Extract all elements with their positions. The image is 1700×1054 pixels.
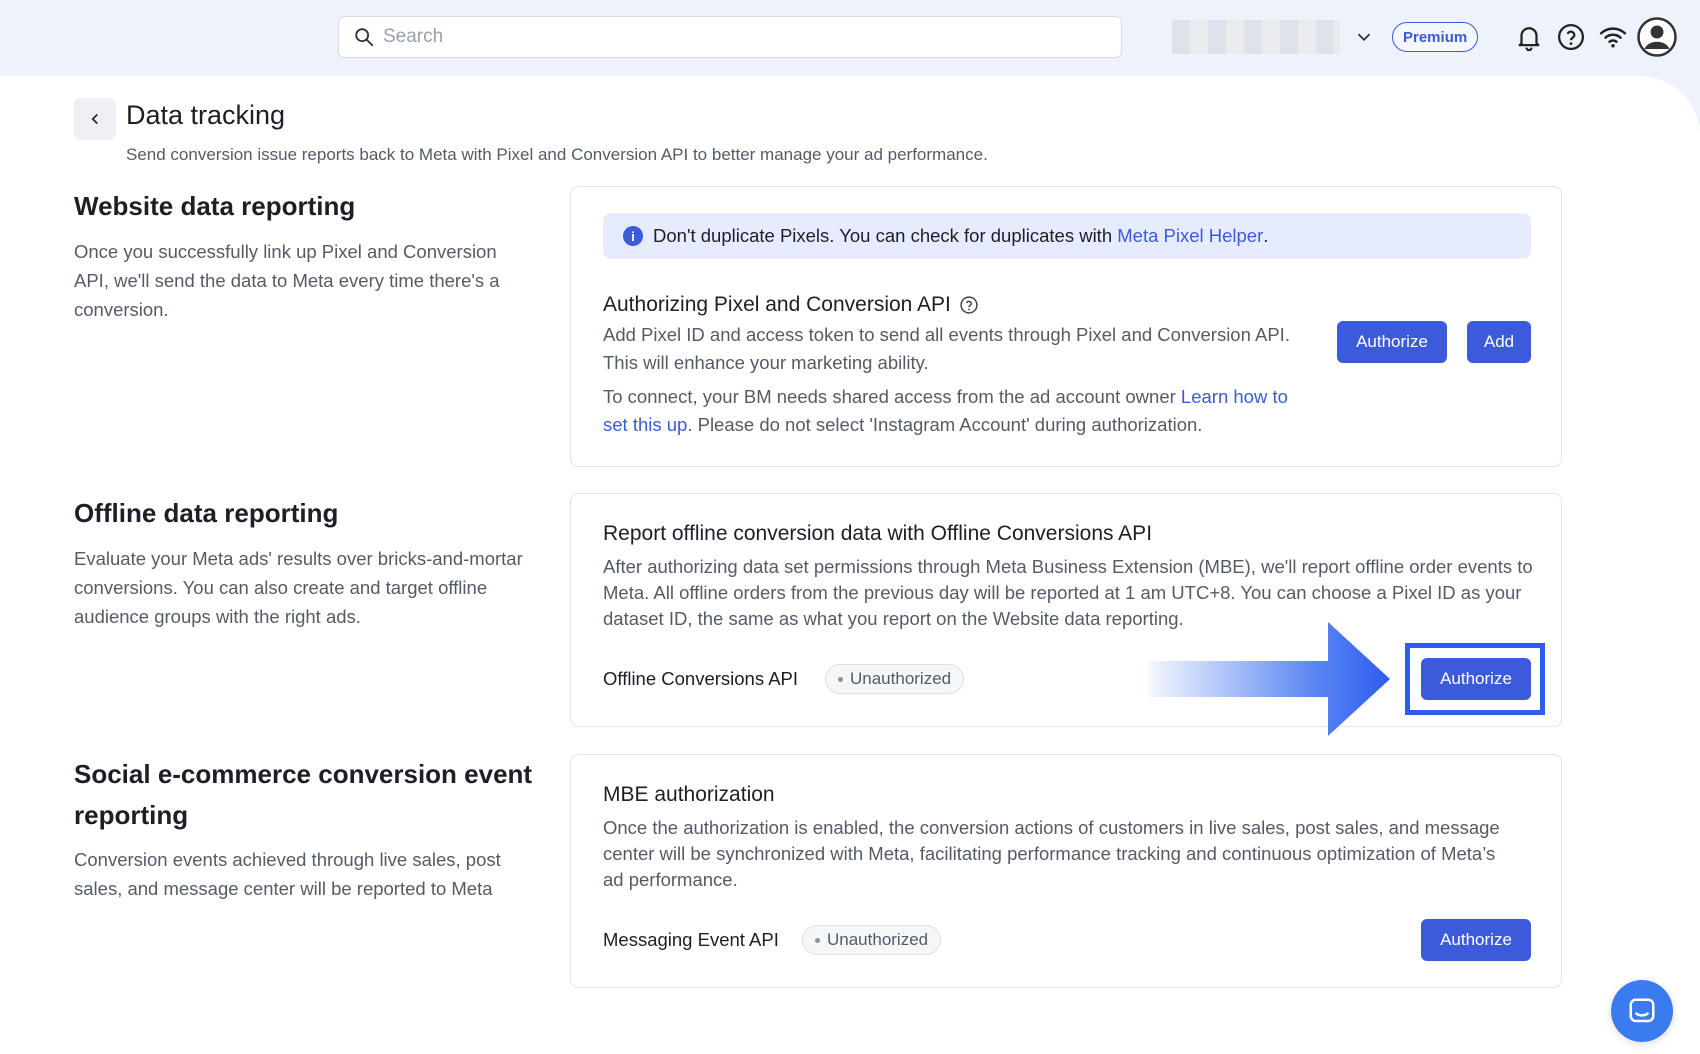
- search-bar[interactable]: [338, 16, 1122, 58]
- authorize-mbe-button[interactable]: Authorize: [1421, 919, 1531, 961]
- chat-icon: [1629, 998, 1655, 1023]
- website-section-description: Once you successfully link up Pixel and …: [74, 241, 500, 320]
- authorize-pixel-button[interactable]: Authorize: [1337, 321, 1447, 363]
- messaging-api-label: Messaging Event API: [603, 929, 779, 950]
- bell-icon[interactable]: [1514, 22, 1544, 52]
- search-icon: [355, 28, 374, 47]
- pixel-card-title: Authorizing Pixel and Conversion API: [603, 293, 951, 316]
- offline-status-badge: Unauthorized: [825, 664, 965, 694]
- website-section-heading: Website data reporting: [74, 191, 356, 221]
- mbe-card-description: Once the authorization is enabled, the c…: [603, 817, 1500, 890]
- offline-card-title: Report offline conversion data with Offl…: [603, 522, 1153, 545]
- wifi-icon[interactable]: [1598, 22, 1628, 52]
- pixel-card-title-row: Authorizing Pixel and Conversion API: [603, 293, 979, 317]
- account-name-blurred[interactable]: [1172, 20, 1340, 54]
- offline-section-heading: Offline data reporting: [74, 498, 339, 528]
- page-subtitle: Send conversion issue reports back to Me…: [126, 145, 988, 164]
- chevron-left-icon: [91, 113, 98, 125]
- offline-status-text: Unauthorized: [850, 669, 952, 688]
- meta-pixel-helper-link[interactable]: Meta Pixel Helper: [1117, 225, 1263, 247]
- offline-api-label: Offline Conversions API: [603, 668, 799, 689]
- top-bar: Premium: [0, 0, 1700, 76]
- social-section-description: Conversion events achieved through live …: [74, 849, 501, 899]
- banner-end: .: [1263, 225, 1269, 246]
- messaging-status-text: Unauthorized: [827, 930, 929, 949]
- duplicate-pixel-banner: i Don't duplicate Pixels. You can check …: [603, 213, 1531, 259]
- pixel-card-description: Add Pixel ID and access token to send al…: [603, 324, 1290, 373]
- banner-text: Don't duplicate Pixels. You can check fo…: [653, 225, 1118, 246]
- status-dot: [815, 937, 820, 943]
- social-section-heading: Social e-commerce conversion event repor…: [74, 759, 533, 830]
- search-input[interactable]: [383, 26, 1083, 48]
- chat-support-button[interactable]: [1611, 980, 1673, 1042]
- messaging-status-badge: Unauthorized: [802, 925, 942, 955]
- add-pixel-button[interactable]: Add: [1467, 321, 1531, 363]
- connect-note: To connect, your BM needs shared access …: [603, 383, 1303, 439]
- chevron-down-icon[interactable]: [1353, 26, 1375, 48]
- status-dot: [838, 676, 843, 682]
- offline-card-description: After authorizing data set permissions t…: [603, 556, 1533, 629]
- page-title: Data tracking: [126, 100, 286, 130]
- question-icon[interactable]: [959, 295, 979, 315]
- avatar[interactable]: [1637, 17, 1677, 57]
- connect-text: To connect, your BM needs shared access …: [603, 386, 1181, 407]
- mbe-card: MBE authorization Once the authorization…: [570, 754, 1562, 988]
- website-card: i Don't duplicate Pixels. You can check …: [570, 186, 1562, 467]
- connect-end: . Please do not select 'Instagram Accoun…: [687, 414, 1203, 435]
- arrow-annotation: [1148, 622, 1390, 736]
- highlight-box: [1405, 643, 1545, 715]
- help-icon[interactable]: [1556, 22, 1586, 52]
- back-button[interactable]: [74, 98, 116, 140]
- premium-badge[interactable]: Premium: [1392, 22, 1479, 52]
- info-icon: i: [623, 226, 643, 246]
- mbe-card-title: MBE authorization: [603, 783, 775, 806]
- offline-section-description: Evaluate your Meta ads' results over bri…: [74, 548, 523, 627]
